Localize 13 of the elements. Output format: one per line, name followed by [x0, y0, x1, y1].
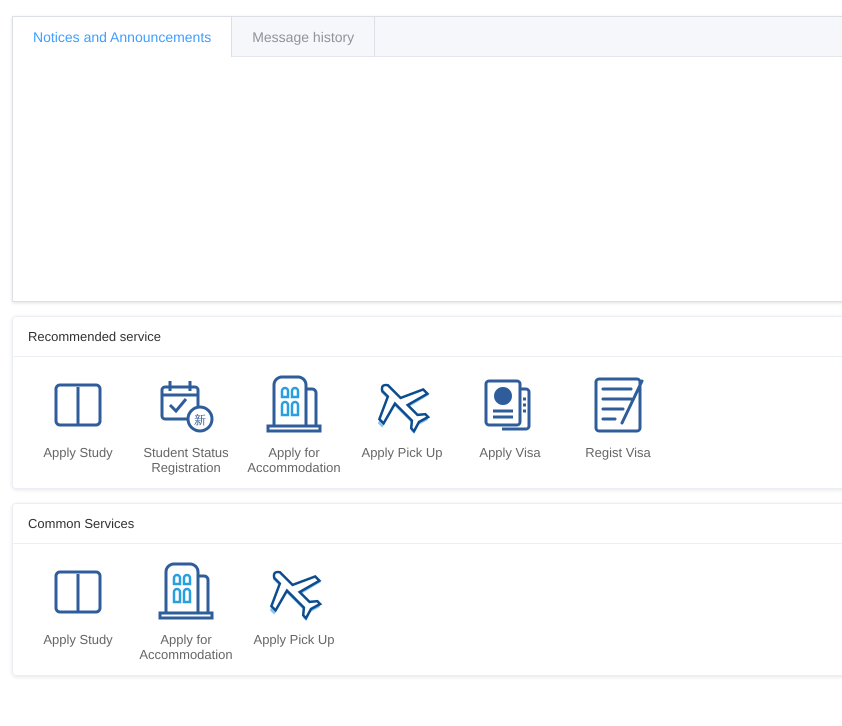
service-tile[interactable]: Apply Pick Up [348, 375, 456, 475]
section-title: Recommended service [28, 328, 161, 346]
service-tile[interactable]: 新 Student Status Registration [132, 375, 240, 475]
service-tile[interactable]: Apply Pick Up [240, 562, 348, 662]
service-tile[interactable]: Apply Study [24, 375, 132, 475]
section-title: Common Services [28, 514, 134, 533]
service-tile[interactable]: Apply for Accommodation [240, 375, 348, 475]
service-tile[interactable]: Apply for Accommodation [132, 562, 240, 662]
service-tile[interactable]: Apply Visa [456, 375, 564, 475]
service-tile[interactable]: Apply Study [24, 562, 132, 662]
building-icon [264, 375, 324, 435]
service-tile[interactable]: Regist Visa [564, 375, 672, 475]
building-icon [156, 562, 216, 622]
